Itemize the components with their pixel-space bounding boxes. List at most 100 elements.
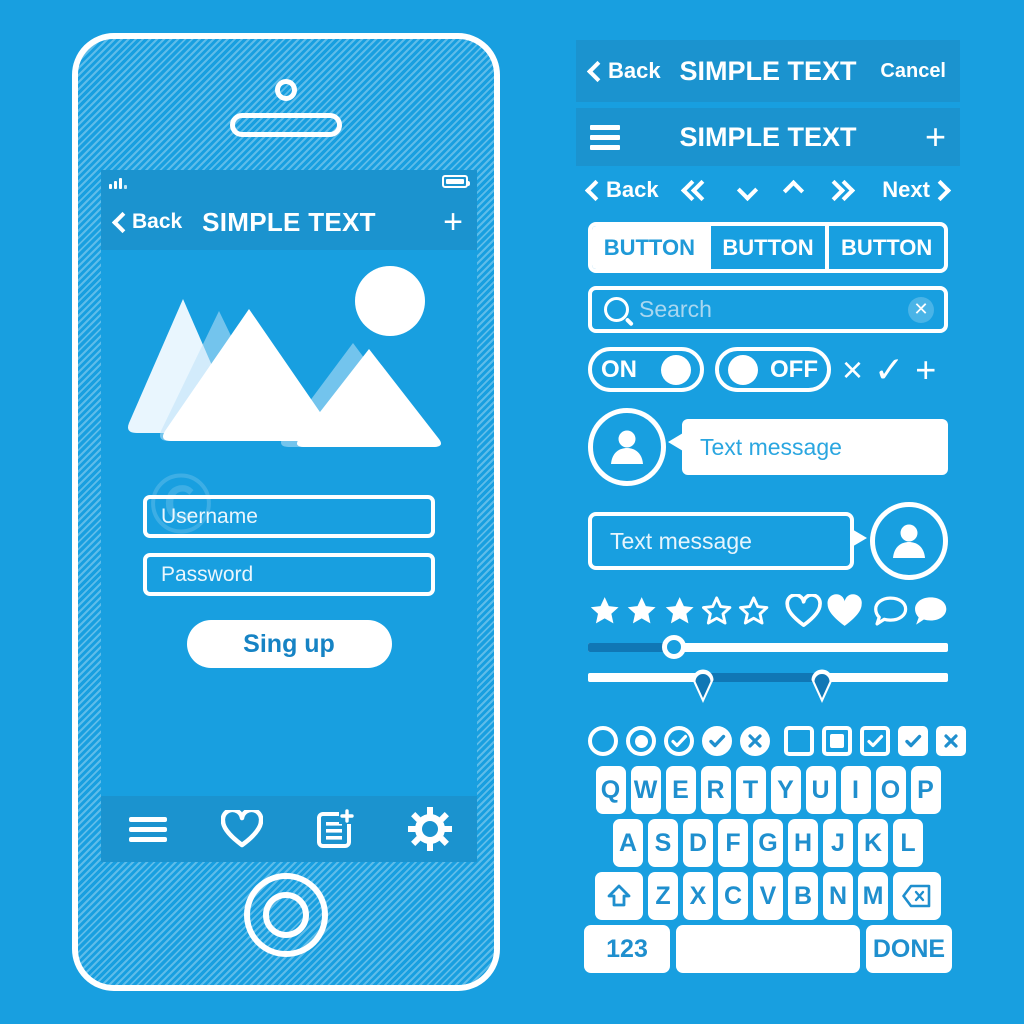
rating-row (588, 594, 948, 628)
phone-screen: Back SIMPLE TEXT + Username Password Sin… (101, 170, 477, 862)
heart-filled-icon[interactable] (826, 594, 863, 628)
key-D[interactable]: D (683, 819, 713, 867)
key-F[interactable]: F (718, 819, 748, 867)
range-handle-high[interactable] (809, 662, 835, 704)
settings-gear-icon[interactable] (407, 806, 453, 852)
key-A[interactable]: A (613, 819, 643, 867)
star-filled-icon[interactable] (625, 594, 658, 628)
star-filled-icon[interactable] (588, 594, 621, 628)
username-input[interactable]: Username (143, 495, 435, 538)
key-L[interactable]: L (893, 819, 923, 867)
check-icon[interactable]: ✓ (874, 351, 904, 388)
back-button[interactable]: Back (111, 210, 182, 234)
key-K[interactable]: K (858, 819, 888, 867)
home-button[interactable] (244, 873, 328, 957)
star-filled-icon[interactable] (663, 594, 696, 628)
speaker-icon (230, 113, 342, 137)
slider-handle[interactable] (662, 635, 687, 659)
bottom-tab-bar (101, 796, 477, 862)
key-B[interactable]: B (788, 872, 818, 920)
new-document-icon[interactable] (313, 806, 359, 852)
chat-bubble-incoming[interactable]: Text message (668, 419, 948, 475)
clear-icon[interactable]: ✕ (908, 296, 934, 323)
key-N[interactable]: N (823, 872, 853, 920)
checkbox-filled-inner[interactable] (822, 726, 852, 756)
key-W[interactable]: W (630, 766, 661, 814)
plus-icon[interactable]: + (915, 351, 936, 388)
toggle-knob (661, 354, 691, 385)
avatar[interactable] (870, 502, 948, 580)
chat-bubble-outgoing[interactable]: Text message (588, 512, 867, 570)
key-T[interactable]: T (735, 766, 766, 814)
key-P[interactable]: P (910, 766, 941, 814)
circle-x-filled[interactable] (740, 726, 770, 756)
range-slider[interactable] (588, 666, 948, 712)
key-H[interactable]: H (788, 819, 818, 867)
segment-button-1[interactable]: BUTTON (592, 226, 707, 269)
toggle-on[interactable]: ON (588, 347, 704, 392)
close-icon[interactable]: × (842, 351, 863, 388)
numeric-key[interactable]: 123 (584, 925, 670, 973)
key-Z[interactable]: Z (648, 872, 678, 920)
toggle-off[interactable]: OFF (715, 347, 831, 392)
radio-empty[interactable] (588, 726, 618, 756)
key-U[interactable]: U (805, 766, 836, 814)
key-Y[interactable]: Y (770, 766, 801, 814)
chat-bubble-text: Text message (700, 433, 842, 460)
back-label: Back (608, 58, 661, 83)
pager-next-button[interactable]: Next (882, 177, 952, 203)
heart-outline-icon[interactable] (785, 594, 822, 628)
comment-outline-icon[interactable] (873, 594, 908, 628)
pager-back-button[interactable]: Back (584, 177, 659, 203)
navbar-title: SIMPLE TEXT (679, 121, 857, 152)
back-button[interactable]: Back (586, 58, 661, 84)
chevron-down-icon[interactable] (736, 179, 759, 201)
backspace-icon[interactable] (893, 872, 941, 920)
add-button[interactable]: + (443, 205, 463, 239)
checkbox-x-filled[interactable] (936, 726, 966, 756)
checkbox-check-outline[interactable] (860, 726, 890, 756)
checkbox-empty[interactable] (784, 726, 814, 756)
chevron-left-icon (586, 60, 609, 82)
add-button[interactable]: + (925, 119, 946, 155)
key-V[interactable]: V (753, 872, 783, 920)
signup-button[interactable]: Sing up (186, 620, 392, 668)
star-outline-icon[interactable] (700, 594, 733, 628)
shift-icon[interactable] (595, 872, 643, 920)
key-C[interactable]: C (718, 872, 748, 920)
key-R[interactable]: R (700, 766, 731, 814)
key-G[interactable]: G (753, 819, 783, 867)
hamburger-icon[interactable] (590, 120, 620, 155)
navbar-with-menu: SIMPLE TEXT + (576, 108, 960, 166)
menu-icon[interactable] (125, 806, 171, 852)
chevron-up-icon[interactable] (782, 179, 804, 201)
space-key[interactable] (676, 925, 860, 973)
key-Q[interactable]: Q (595, 766, 626, 814)
double-chevron-right-icon[interactable] (823, 179, 855, 201)
key-O[interactable]: O (875, 766, 906, 814)
heart-icon[interactable] (219, 806, 265, 852)
segment-button-3[interactable]: BUTTON (829, 226, 944, 269)
comment-filled-icon[interactable] (913, 594, 948, 628)
cancel-button[interactable]: Cancel (880, 60, 946, 83)
circle-check-outline[interactable] (664, 726, 694, 756)
done-key[interactable]: DONE (866, 925, 952, 973)
key-M[interactable]: M (858, 872, 888, 920)
component-kit: Back SIMPLE TEXT Cancel SIMPLE TEXT + Ba… (576, 0, 966, 978)
single-slider[interactable] (588, 635, 948, 659)
circle-check-filled[interactable] (702, 726, 732, 756)
password-input[interactable]: Password (143, 553, 435, 596)
key-I[interactable]: I (840, 766, 871, 814)
double-chevron-left-icon[interactable] (681, 179, 713, 201)
search-input[interactable]: Search ✕ (588, 286, 948, 333)
key-E[interactable]: E (665, 766, 696, 814)
segment-button-2[interactable]: BUTTON (706, 226, 830, 269)
checkbox-check-filled[interactable] (898, 726, 928, 756)
star-outline-icon[interactable] (737, 594, 770, 628)
key-X[interactable]: X (683, 872, 713, 920)
key-S[interactable]: S (648, 819, 678, 867)
avatar[interactable] (588, 408, 666, 486)
range-handle-low[interactable] (690, 662, 716, 704)
key-J[interactable]: J (823, 819, 853, 867)
radio-selected[interactable] (626, 726, 656, 756)
